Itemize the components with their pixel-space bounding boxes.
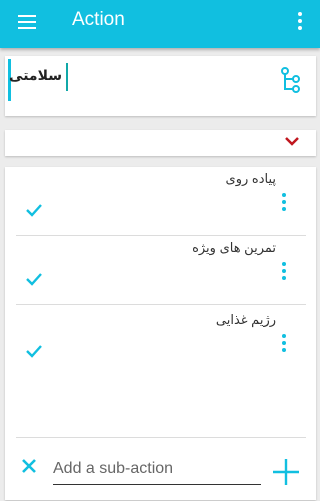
check-icon[interactable] [26, 344, 42, 358]
more-vert-icon[interactable] [282, 193, 286, 211]
action-title-field[interactable]: سلامتی [9, 67, 62, 84]
sub-action-input[interactable] [53, 456, 261, 485]
chevron-down-icon[interactable] [285, 136, 299, 146]
action-title-card: سلامتی [5, 56, 316, 116]
sub-action-list: پیاده روی تمرین های ویژه رژیم غذایی [5, 167, 316, 500]
overflow-menu-icon[interactable] [298, 12, 302, 32]
plus-icon[interactable] [272, 458, 300, 486]
text-cursor [66, 63, 68, 91]
app-title: Action [72, 9, 125, 30]
sub-action-label: تمرین های ویژه [192, 240, 276, 255]
hamburger-menu-icon[interactable] [18, 15, 36, 29]
close-icon[interactable] [21, 458, 37, 474]
app-bar: Action [0, 0, 320, 48]
list-item[interactable]: تمرین های ویژه [16, 236, 306, 305]
expand-card[interactable] [5, 130, 316, 156]
add-sub-action-bar [16, 437, 306, 501]
list-item[interactable]: پیاده روی [16, 167, 306, 236]
tree-structure-icon[interactable] [279, 66, 301, 94]
check-icon[interactable] [26, 272, 42, 286]
sub-action-label: پیاده روی [225, 171, 276, 186]
more-vert-icon[interactable] [282, 262, 286, 280]
sub-action-label: رژیم غذایی [215, 312, 276, 327]
list-item[interactable]: رژیم غذایی [16, 308, 306, 376]
more-vert-icon[interactable] [282, 334, 286, 352]
check-icon[interactable] [26, 203, 42, 217]
